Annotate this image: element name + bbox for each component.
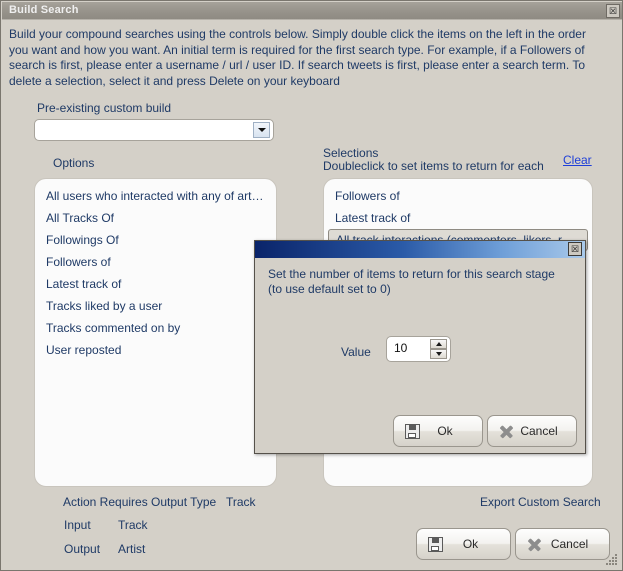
selections-sublabel: Doubleclick to set items to return for e… (323, 159, 544, 173)
clear-link[interactable]: Clear (563, 153, 592, 167)
cancel-button-label: Cancel (550, 537, 589, 551)
close-x-icon (524, 534, 544, 554)
ok-button-label: Ok (462, 537, 479, 551)
save-icon (402, 421, 422, 441)
cancel-button[interactable]: Cancel (515, 528, 610, 560)
options-label: Options (53, 156, 95, 170)
prebuild-combobox[interactable] (34, 119, 274, 141)
instructions-text: Build your compound searches using the c… (9, 27, 586, 88)
action-output-type-label: Action Requires Output Type (63, 495, 217, 509)
resize-grip-icon[interactable] (604, 552, 620, 568)
window-title: Build Search (9, 4, 79, 16)
options-list[interactable]: All users who interacted with any of art… (34, 178, 277, 487)
input-value: Track (118, 518, 148, 532)
list-item[interactable]: Followers of (324, 185, 592, 207)
list-item[interactable]: Followings Of (35, 229, 276, 251)
save-icon (425, 534, 445, 554)
export-custom-search-label[interactable]: Export Custom Search (480, 495, 601, 509)
close-icon[interactable]: ☒ (606, 4, 620, 18)
build-search-window: Build Search ☒ Build your compound searc… (0, 0, 623, 571)
stepper-buttons (430, 339, 447, 359)
dialog-ok-label: Ok (437, 424, 453, 438)
list-item[interactable]: Tracks liked by a user (35, 295, 276, 317)
value-input[interactable]: 10 (394, 341, 407, 355)
stepper-down-icon[interactable] (430, 349, 447, 359)
window-titlebar: Build Search ☒ (2, 2, 622, 20)
list-item[interactable]: Tracks commented on by (35, 317, 276, 339)
list-item[interactable]: Latest track of (35, 273, 276, 295)
prebuild-label: Pre-existing custom build (37, 101, 172, 115)
dialog-cancel-button[interactable]: Cancel (487, 415, 577, 447)
selections-label: Selections (323, 146, 379, 160)
value-stepper[interactable]: 10 (386, 336, 451, 362)
dialog-titlebar: ☒ (255, 241, 585, 258)
set-items-dialog: ☒ Set the number of items to return for … (254, 240, 586, 454)
dialog-cancel-label: Cancel (520, 424, 558, 438)
list-item[interactable]: Followers of (35, 251, 276, 273)
ok-button[interactable]: Ok (416, 528, 511, 560)
output-label: Output (64, 542, 101, 556)
chevron-down-icon[interactable] (253, 122, 270, 138)
close-x-icon (496, 421, 516, 441)
output-value: Artist (118, 542, 146, 556)
options-list-body: All users who interacted with any of art… (35, 185, 276, 361)
action-output-type-value: Track (226, 495, 256, 509)
dialog-close-icon[interactable]: ☒ (568, 242, 582, 256)
list-item[interactable]: All Tracks Of (35, 207, 276, 229)
stepper-up-icon[interactable] (430, 339, 447, 349)
list-item[interactable]: Latest track of (324, 207, 592, 229)
list-item[interactable]: All users who interacted with any of art… (35, 185, 276, 207)
value-label: Value (341, 345, 371, 359)
dialog-ok-button[interactable]: Ok (393, 415, 483, 447)
dialog-message: Set the number of items to return for th… (268, 267, 555, 296)
list-item[interactable]: User reposted (35, 339, 276, 361)
input-label: Input (64, 518, 91, 532)
